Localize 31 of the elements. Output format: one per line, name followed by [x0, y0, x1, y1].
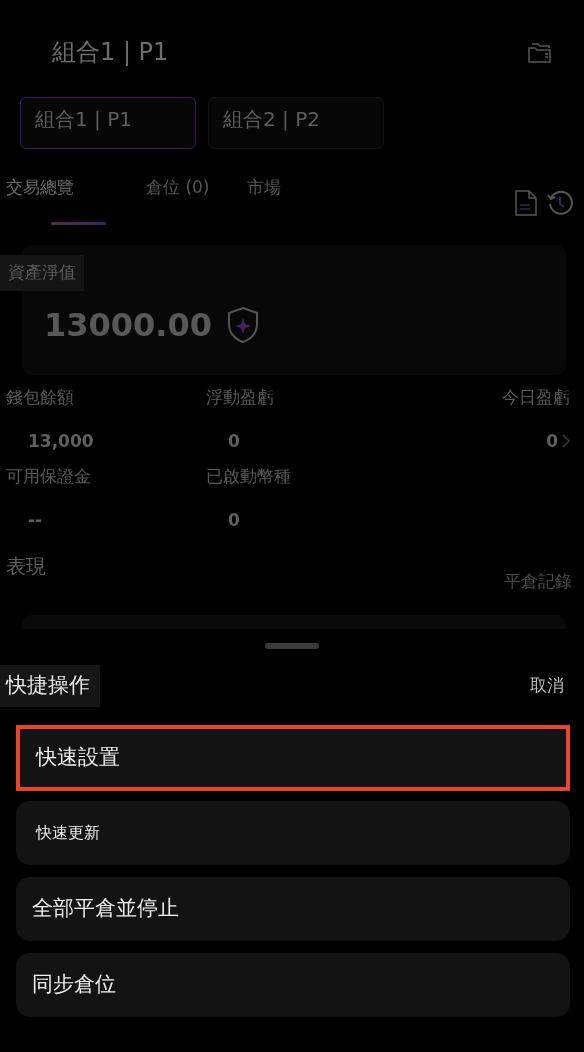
stat-value: 13,000: [28, 429, 94, 453]
stat-value: 0: [228, 429, 240, 453]
equity-value: 13000.00: [44, 304, 212, 346]
section-title: 表現: [6, 553, 46, 580]
stat-value: --: [28, 508, 43, 532]
section-tab[interactable]: 市場: [247, 173, 282, 225]
equity-label: 資產淨值: [0, 255, 84, 291]
stat-label: 可用保證金: [6, 465, 92, 488]
header-title: 組合1 | P1: [52, 36, 169, 68]
stat-label: 錢包餘額: [6, 386, 75, 409]
section-tab[interactable]: 交易總覽: [6, 173, 108, 225]
history-icon[interactable]: [546, 189, 574, 217]
cancel-button[interactable]: 取消: [524, 672, 570, 700]
section-tab[interactable]: 倉位 (0): [146, 173, 210, 225]
stat-value: 0: [228, 508, 240, 532]
action-item[interactable]: 快速更新: [16, 801, 570, 865]
stat-label: 今日盈虧: [501, 386, 570, 409]
action-item[interactable]: 快速設置: [16, 725, 570, 791]
stat-label: 浮動盈虧: [206, 386, 275, 409]
drag-handle[interactable]: [265, 642, 319, 649]
action-item[interactable]: 同步倉位: [16, 953, 570, 1017]
shield-icon[interactable]: [226, 305, 260, 344]
chevron-right-icon[interactable]: [562, 434, 570, 449]
portfolio-tab[interactable]: 組合1 | P1: [20, 97, 196, 149]
closed-positions-link[interactable]: 平倉記錄: [504, 569, 572, 595]
portfolio-tab[interactable]: 組合2 | P2: [208, 97, 384, 149]
document-icon[interactable]: [514, 189, 538, 217]
stat-label: 已啟動幣種: [206, 465, 292, 488]
sheet-title: 快捷操作: [0, 664, 100, 707]
action-item[interactable]: 全部平倉並停止: [16, 877, 570, 941]
stat-value: 0: [546, 429, 558, 453]
